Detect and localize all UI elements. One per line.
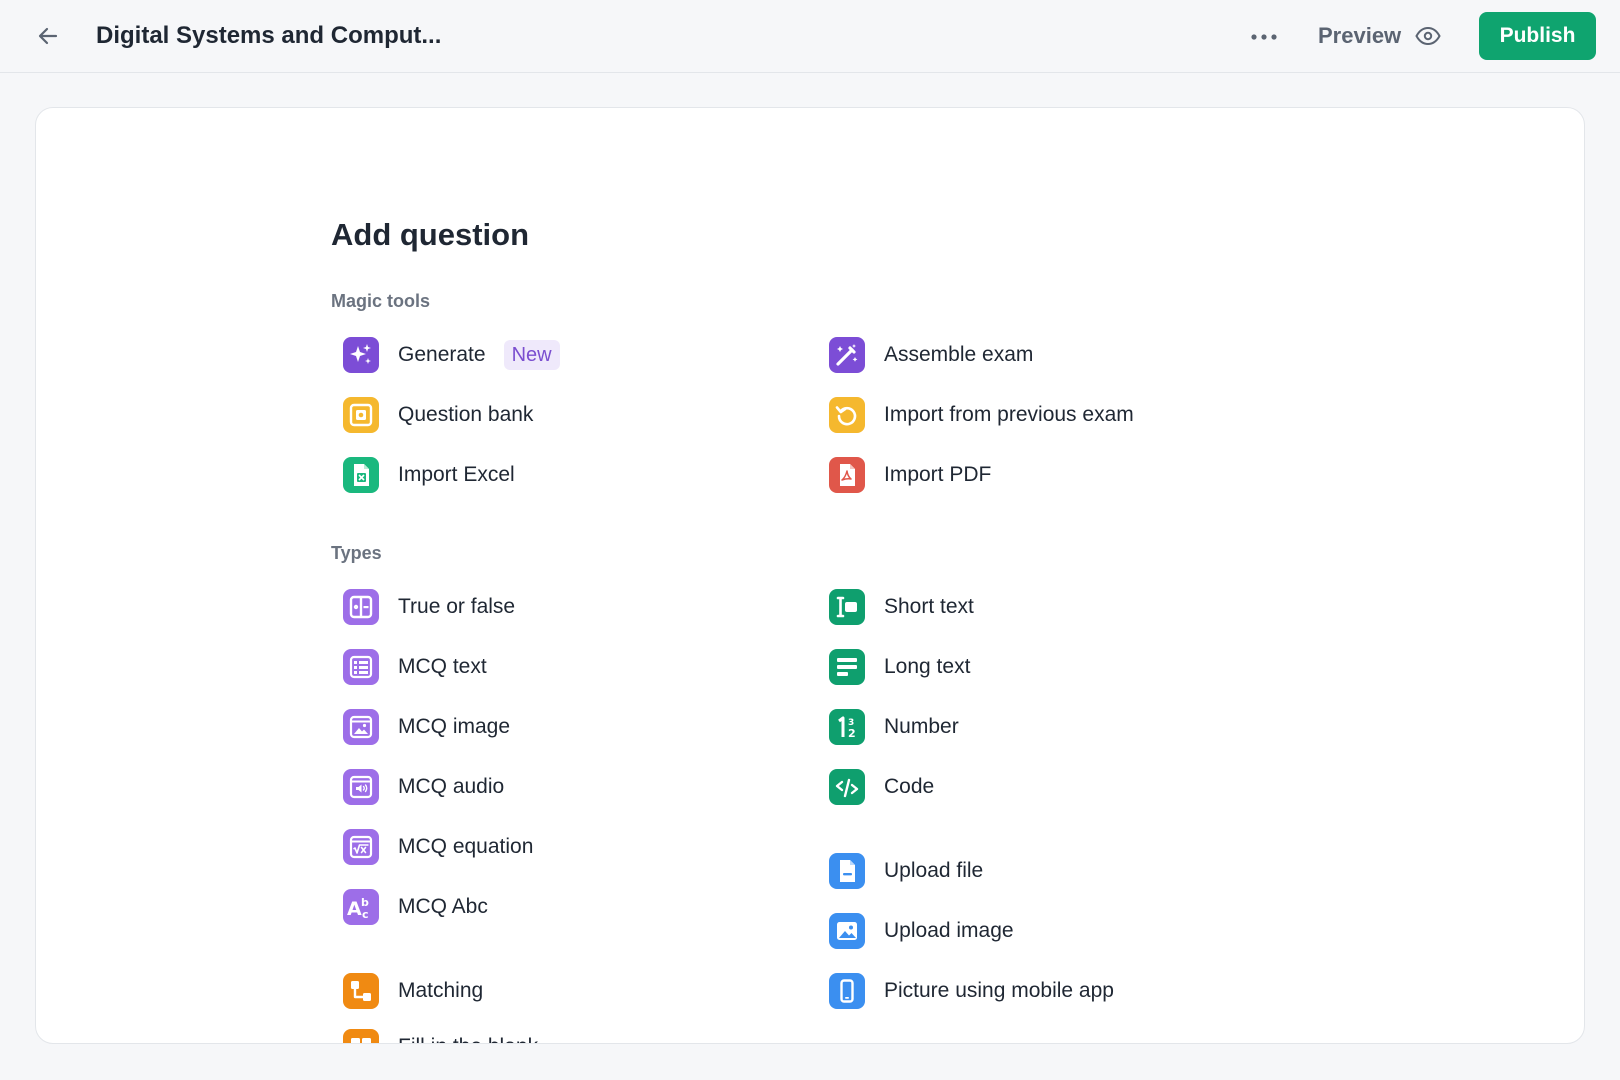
svg-text:2: 2 [848,727,856,740]
top-bar: Digital Systems and Comput... Preview Pu… [0,0,1620,73]
publish-button[interactable]: Publish [1479,12,1596,60]
equation-card-icon [343,829,379,865]
fill-blank-icon [343,1029,379,1043]
back-button[interactable] [30,20,66,52]
option-import-excel[interactable]: Import Excel [331,453,515,497]
option-label: Long text [884,655,971,678]
abc-icon: A b c [343,889,379,925]
svg-text:c: c [362,908,369,921]
paragraph-icon [829,649,865,685]
option-matching[interactable]: Matching [331,969,483,1013]
file-upload-icon [829,853,865,889]
matching-icon [343,973,379,1009]
svg-text:A: A [347,898,362,920]
option-label: Matching [398,979,484,1002]
option-true-or-false[interactable]: True or false [331,585,515,629]
option-fill-in-the-blank[interactable]: Fill in the blank [331,1025,538,1043]
option-label: Upload image [884,919,1014,942]
option-number[interactable]: 3 2 Number [817,705,959,749]
option-label: Assemble exam [884,343,1034,366]
new-badge: New [503,340,560,370]
option-label: MCQ equation [398,835,534,858]
option-label: MCQ audio [398,775,505,798]
option-mcq-abc[interactable]: A b c MCQ Abc [331,885,488,929]
eye-icon [1415,26,1441,46]
option-mcq-audio[interactable]: MCQ audio [331,765,504,809]
option-upload-file[interactable]: Upload file [817,849,983,893]
option-picture-mobile-app[interactable]: Picture using mobile app [817,969,1114,1013]
preview-label: Preview [1318,23,1402,48]
option-label: Import Excel [398,463,515,486]
option-generate[interactable]: Generate New [331,333,560,377]
option-label: Short text [884,595,974,618]
option-label: Number [884,715,959,738]
option-code[interactable]: Code [817,765,934,809]
mobile-phone-icon [829,973,865,1009]
history-icon [829,397,865,433]
arrow-left-icon [38,27,58,45]
option-import-previous-exam[interactable]: Import from previous exam [817,393,1134,437]
option-label: MCQ image [398,715,511,738]
text-cursor-icon [829,589,865,625]
option-label: MCQ text [398,655,487,678]
more-options-button[interactable] [1246,22,1282,52]
option-upload-image[interactable]: Upload image [817,909,1014,953]
option-question-bank[interactable]: Question bank [331,393,533,437]
exam-title: Digital Systems and Comput... [96,22,442,49]
option-import-pdf[interactable]: Import PDF [817,453,991,497]
audio-card-icon [343,769,379,805]
add-question-panel: Add question Magic tools Generate New As… [35,107,1585,1044]
option-label: Question bank [398,403,534,426]
option-assemble-exam[interactable]: Assemble exam [817,333,1033,377]
page-title: Add question [331,217,530,252]
code-icon [829,769,865,805]
option-label: Import PDF [884,463,992,486]
option-mcq-image[interactable]: MCQ image [331,705,510,749]
number-icon: 3 2 [829,709,865,745]
option-mcq-text[interactable]: MCQ text [331,645,487,689]
option-label: True or false [398,595,516,618]
toggle-icon [343,589,379,625]
magic-tools-label: Magic tools [331,291,431,311]
sparkles-icon [343,337,379,373]
option-long-text[interactable]: Long text [817,645,970,689]
vault-icon [343,397,379,433]
option-mcq-equation[interactable]: MCQ equation [331,825,533,869]
option-label: Import from previous exam [884,403,1134,426]
option-label: Code [884,775,935,798]
excel-file-icon [343,457,379,493]
image-upload-icon [829,913,865,949]
preview-button[interactable]: Preview [1318,18,1441,54]
types-label: Types [331,543,382,563]
option-label: Upload file [884,859,984,882]
list-icon [343,649,379,685]
option-short-text[interactable]: Short text [817,585,974,629]
option-label: Picture using mobile app [884,979,1114,1002]
image-card-icon [343,709,379,745]
option-label: MCQ Abc [398,895,488,918]
magic-wand-icon [829,337,865,373]
option-label: Fill in the blank [398,1035,538,1043]
pdf-file-icon [829,457,865,493]
more-horizontal-icon [1251,34,1277,40]
option-label: Generate [398,343,486,366]
